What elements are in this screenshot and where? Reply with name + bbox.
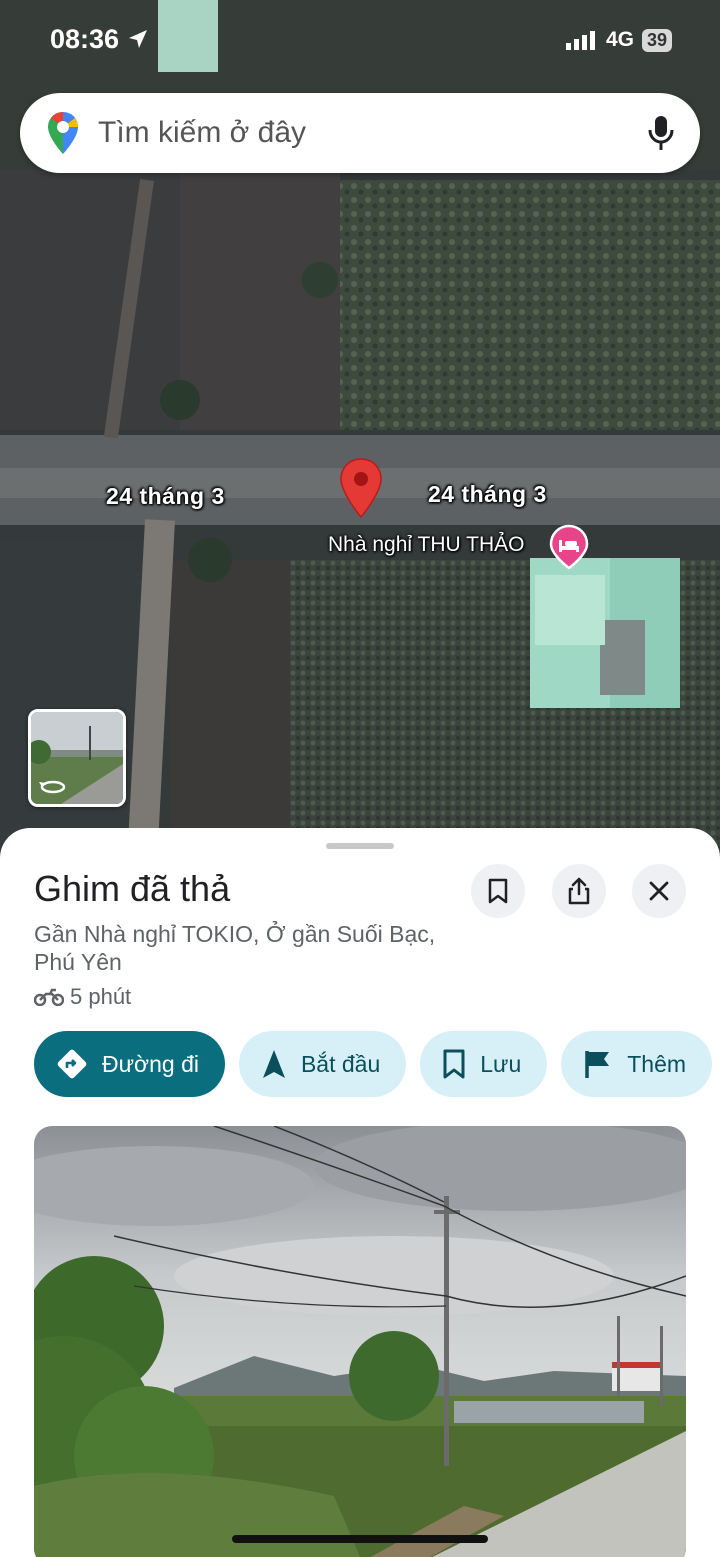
street-view-rotate-icon [39,780,66,794]
save-button[interactable]: Lưu [420,1031,548,1097]
close-button[interactable] [632,864,686,918]
directions-icon [57,1049,87,1079]
status-indicators: 4G 39 [565,28,672,52]
bed-icon[interactable] [549,524,589,570]
place-title: Ghim đã thả [34,868,231,909]
microphone-icon[interactable] [646,113,676,153]
search-input[interactable]: Tìm kiếm ở đây [98,116,646,150]
battery-icon: 39 [641,28,672,52]
sheet-drag-handle[interactable] [326,843,394,849]
home-indicator [232,1535,488,1543]
place-photo[interactable] [34,1126,686,1557]
place-sheet[interactable]: Ghim đã thả Gần Nhà nghỉ TOKIO, Ở gần Su… [0,828,720,1557]
street-view-photo [34,1126,686,1557]
search-bar[interactable]: Tìm kiếm ở đây [20,93,700,173]
action-chips: Đường đi Bắt đầu Lưu Thêm [34,1031,713,1097]
motorbike-icon [34,988,64,1006]
google-maps-logo-icon [48,112,78,154]
map-pin-icon[interactable] [338,457,384,521]
travel-time: 5 phút [34,984,131,1010]
share-icon [568,877,590,905]
road-label: 24 tháng 3 [428,481,547,507]
street-view-thumbnail[interactable] [28,709,126,807]
flag-icon [585,1051,610,1078]
navigation-arrow-icon [262,1050,285,1078]
network-type: 4G [605,28,634,51]
directions-button[interactable]: Đường đi [34,1031,225,1097]
status-time: 08:36 [50,24,149,55]
location-arrow-icon [128,30,147,48]
start-button[interactable]: Bắt đầu [238,1031,407,1097]
bookmark-icon [488,878,508,904]
place-address: Gần Nhà nghỉ TOKIO, Ở gần Suối Bạc, Phú … [34,921,436,975]
signal-icon [565,31,595,50]
road-label: 24 tháng 3 [106,483,225,509]
more-button[interactable]: Thêm [561,1031,713,1097]
travel-time-text: 5 phút [70,984,132,1009]
close-icon [649,881,669,901]
bookmark-icon [443,1049,465,1079]
satellite-map[interactable]: 24 tháng 3 24 tháng 3 Nhà nghỉ THU THẢO … [0,0,720,860]
poi-label[interactable]: Nhà nghỉ THU THẢO [328,533,524,557]
bookmark-button[interactable] [471,864,525,918]
share-button[interactable] [552,864,606,918]
